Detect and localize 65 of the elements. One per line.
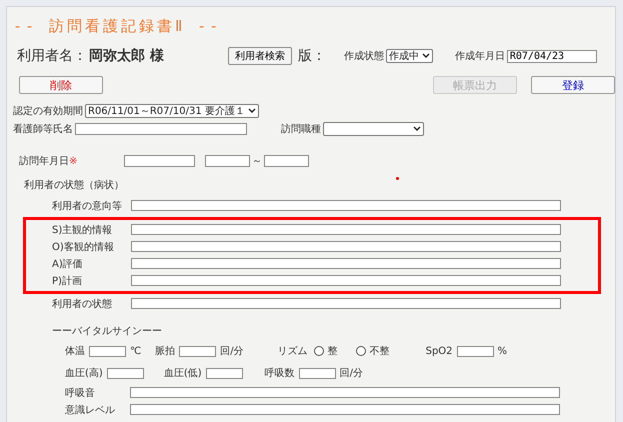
section-heading: 利用者の状態（病状） xyxy=(24,180,124,191)
status-select[interactable]: 作成中 xyxy=(386,49,433,63)
text-field[interactable] xyxy=(206,368,243,378)
radio-button[interactable] xyxy=(314,346,324,356)
field-label: 血圧(低) xyxy=(164,367,202,380)
field-label: 認定の有効期間 xyxy=(13,104,83,118)
text-field[interactable] xyxy=(130,387,560,398)
field-label: O)客観的情報 xyxy=(52,240,115,254)
field-label: 利用者の意向等 xyxy=(52,200,123,212)
text-field[interactable] xyxy=(131,200,561,211)
text-field[interactable] xyxy=(456,346,494,356)
date-field[interactable] xyxy=(124,155,195,167)
unit-label: 回/分 xyxy=(340,367,363,380)
text-field[interactable] xyxy=(130,404,560,415)
time-field[interactable] xyxy=(264,155,309,167)
register-button[interactable]: 登録 xyxy=(531,76,615,94)
section-heading: ーーバイタルサインーー xyxy=(52,326,162,337)
time-field[interactable] xyxy=(205,155,250,167)
field-label: 看護師等氏名 xyxy=(13,122,73,136)
field-label: 脈拍 xyxy=(155,344,176,358)
dot-mark xyxy=(396,177,399,180)
text-field[interactable] xyxy=(89,346,126,356)
unit-label: % xyxy=(498,346,508,356)
field-label: 訪問職種 xyxy=(281,122,321,136)
chevron-icon xyxy=(422,53,430,59)
text-field[interactable] xyxy=(131,241,561,252)
text-field[interactable] xyxy=(131,275,561,286)
text-field[interactable] xyxy=(106,368,144,378)
period-select[interactable]: R06/11/01～R07/10/31 要介護１ xyxy=(85,104,259,118)
radio-button[interactable] xyxy=(356,346,366,356)
text-field[interactable] xyxy=(75,123,247,135)
unit-label: ℃ xyxy=(130,346,142,356)
text-field[interactable] xyxy=(131,224,561,235)
user-name: 岡弥太郎 様 xyxy=(89,47,164,65)
field-label: 意識レベル xyxy=(65,404,116,416)
range-separator: ～ xyxy=(252,155,262,168)
search-button[interactable]: 利用者検索 xyxy=(228,47,292,65)
field-label: S)主観的情報 xyxy=(52,224,114,236)
delete-button[interactable]: 削除 xyxy=(19,76,103,94)
date-field[interactable]: R07/04/23 xyxy=(506,50,597,62)
page-title: -- 訪問看護記録書Ⅱ -- xyxy=(13,16,222,37)
date-label: 作成年月日 xyxy=(454,50,505,63)
job-select[interactable] xyxy=(323,122,424,136)
field-label: 利用者の状態 xyxy=(52,298,113,310)
user-label: 利用者名： xyxy=(17,47,87,65)
field-label: 呼吸数 xyxy=(264,366,295,380)
chevron-icon xyxy=(413,126,421,132)
field-label: A)評価 xyxy=(52,258,84,270)
field-label: 血圧(高) xyxy=(65,366,103,380)
field-label: 呼吸音 xyxy=(65,386,96,400)
text-field[interactable] xyxy=(179,346,216,356)
text-field[interactable] xyxy=(131,298,561,309)
radio-label: 不整 xyxy=(370,345,390,358)
field-label: リズム xyxy=(278,345,308,358)
unit-label: 回/分 xyxy=(220,345,244,358)
text-field[interactable] xyxy=(298,368,336,378)
field-label: SpO2 xyxy=(426,346,453,356)
chevron-icon xyxy=(248,108,256,114)
version-label: 版： xyxy=(298,47,326,65)
status-label: 作成状態 xyxy=(344,50,384,63)
field-label: P)計画 xyxy=(52,274,83,288)
radio-label: 整 xyxy=(328,345,338,358)
field-label: 体温 xyxy=(65,345,85,358)
field-label: 訪問年月日※ xyxy=(19,154,78,168)
text-field[interactable] xyxy=(131,258,561,269)
